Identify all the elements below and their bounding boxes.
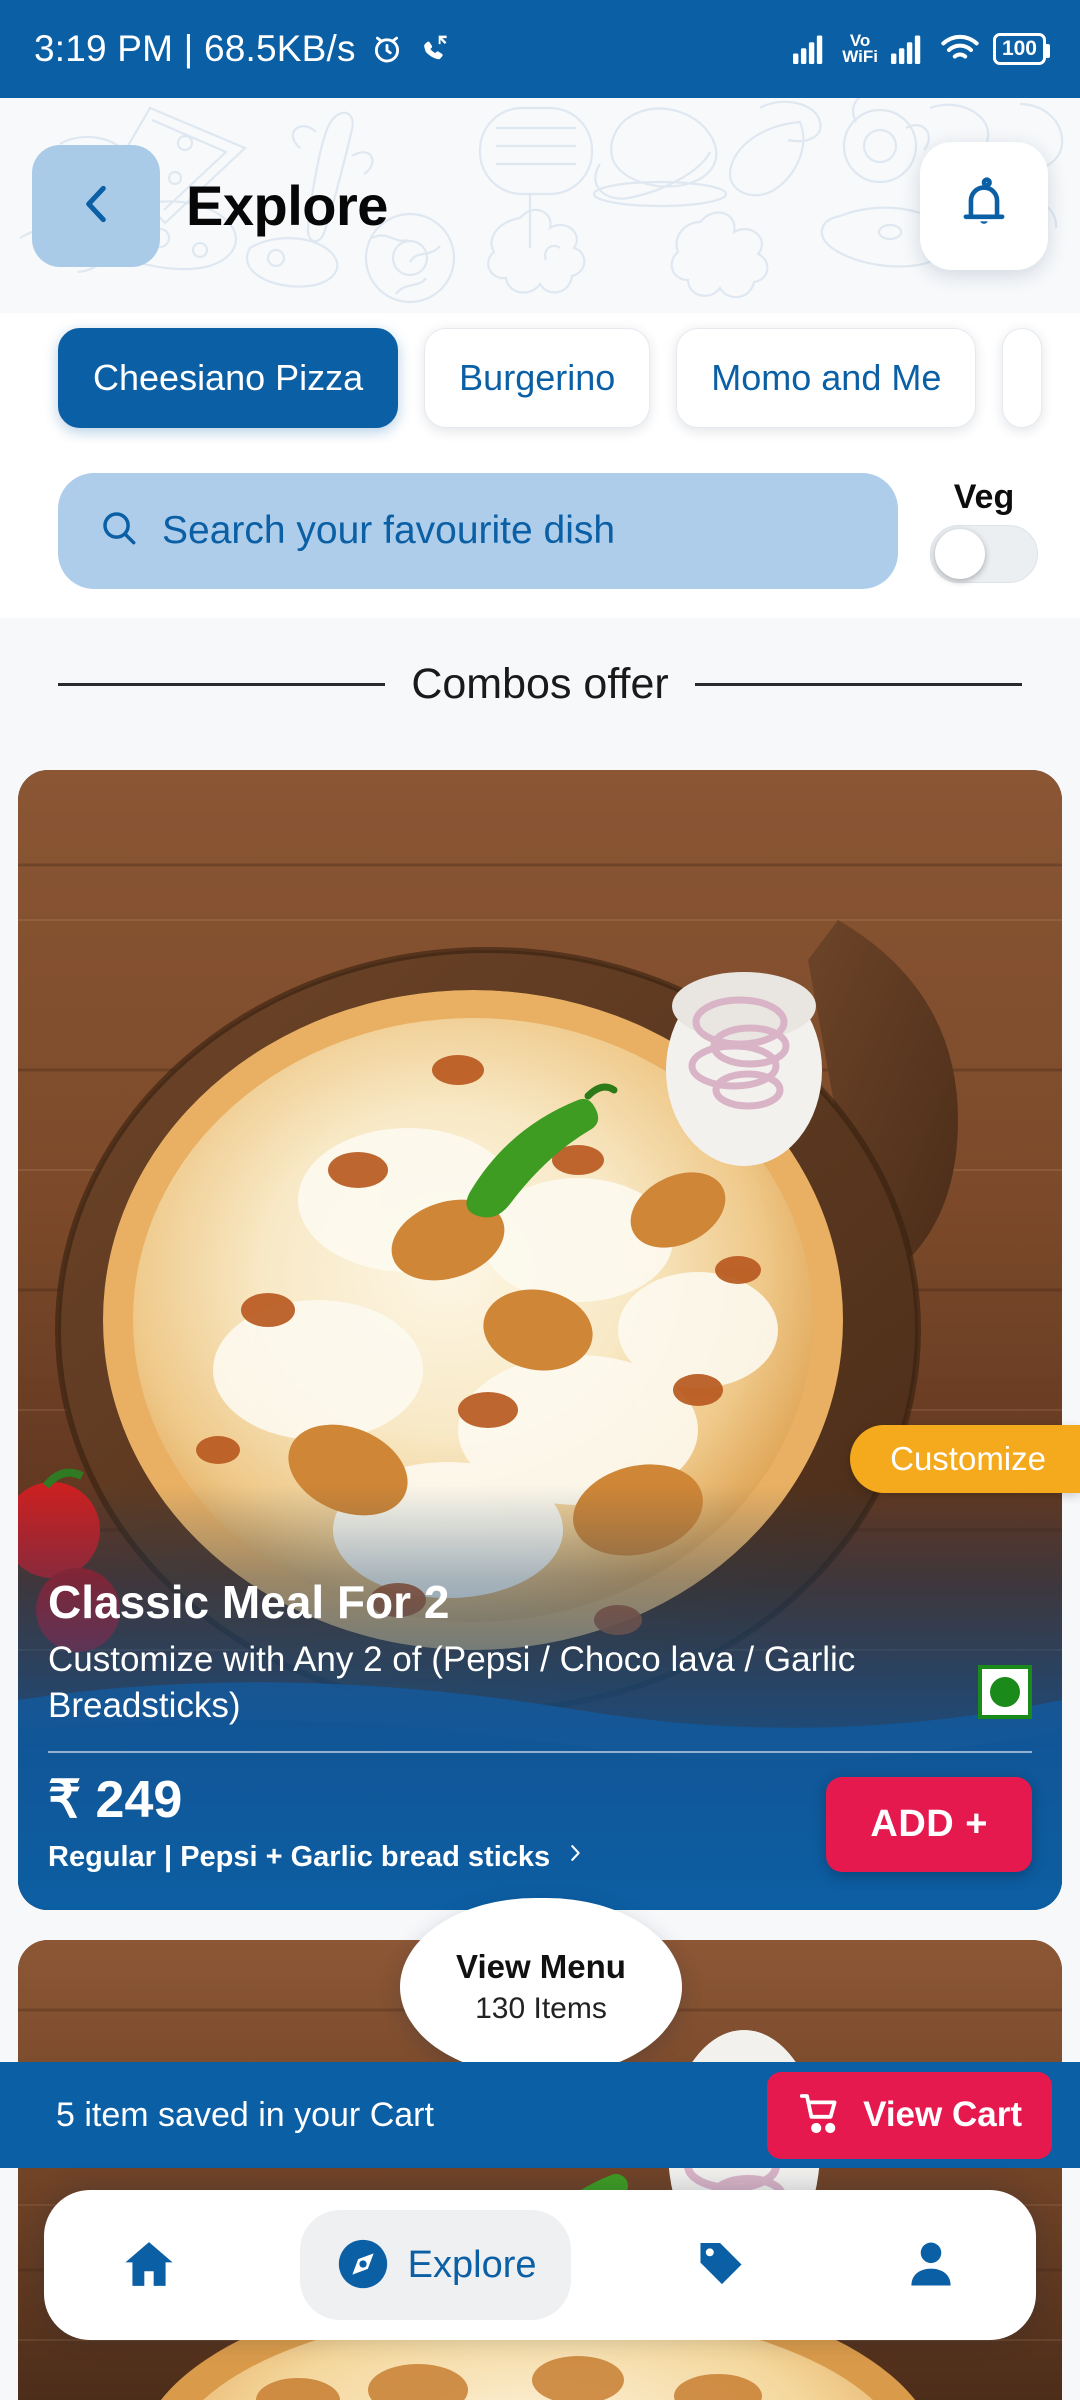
nav-item-explore-label: Explore xyxy=(407,2243,537,2286)
vowifi-indicator: Vo WiFi xyxy=(842,31,878,66)
shopping-cart-icon xyxy=(797,2090,845,2141)
status-bar-time-and-speed: 3:19 PM | 68.5KB/s xyxy=(34,28,356,69)
search-input[interactable]: Search your favourite dish xyxy=(58,472,898,589)
missed-call-icon xyxy=(418,32,452,66)
chevron-left-icon xyxy=(71,179,121,232)
nav-item-home[interactable] xyxy=(90,2210,208,2320)
veg-filter: Veg xyxy=(920,478,1048,583)
nav-item-profile[interactable] xyxy=(872,2210,990,2320)
bottom-navigation-bar: Explore xyxy=(44,2190,1036,2340)
back-button[interactable] xyxy=(32,144,160,267)
wifi-icon xyxy=(940,34,980,64)
product-divider xyxy=(48,1751,1032,1754)
category-chip-burgerino[interactable]: Burgerino xyxy=(424,328,651,428)
home-icon xyxy=(121,2236,177,2295)
cellular-signal-icon-2 xyxy=(890,34,927,64)
veg-mark-dot xyxy=(990,1677,1020,1708)
veg-toggle-knob xyxy=(935,529,985,579)
app-header: Explore xyxy=(0,98,1080,313)
section-divider-left xyxy=(58,682,386,686)
category-chip-next-partial[interactable] xyxy=(1002,328,1043,428)
veg-mark-icon xyxy=(978,1665,1032,1720)
section-title: Combos offer xyxy=(411,659,669,708)
notifications-button[interactable] xyxy=(920,141,1048,270)
cart-bar: 5 item saved in your Cart View Cart xyxy=(0,2062,1080,2168)
product-price-row: ₹ 249 Regular | Pepsi + Garlic bread sti… xyxy=(48,1773,1032,1910)
view-menu-title: View Menu xyxy=(456,1948,626,1985)
header-row: Explore xyxy=(0,98,1080,313)
nav-item-explore[interactable]: Explore xyxy=(299,2210,571,2320)
person-icon xyxy=(903,2236,959,2295)
product-variant-selector[interactable]: Regular | Pepsi + Garlic bread sticks xyxy=(48,1838,826,1876)
section-divider-right xyxy=(694,682,1023,686)
compass-icon xyxy=(334,2235,392,2296)
search-row: Search your favourite dish Veg xyxy=(0,443,1080,618)
add-to-cart-button[interactable]: ADD + xyxy=(826,1777,1032,1873)
cart-summary-text: 5 item saved in your Cart xyxy=(56,2095,434,2134)
product-title: Classic Meal For 2 xyxy=(48,1576,450,1629)
page-title: Explore xyxy=(186,174,388,237)
product-price: ₹ 249 xyxy=(48,1771,183,1830)
view-menu-item-count: 130 Items xyxy=(475,1992,607,2025)
nav-item-offers[interactable] xyxy=(662,2210,780,2320)
product-card[interactable]: Classic Meal For 2 Customize with Any 2 … xyxy=(18,770,1062,1910)
product-variant-label: Regular | Pepsi + Garlic bread sticks xyxy=(48,1840,551,1873)
view-menu-button[interactable]: View Menu 130 Items xyxy=(400,1898,682,2076)
product-description-row: Customize with Any 2 of (Pepsi / Choco l… xyxy=(48,1637,1032,1729)
battery-indicator: 100 xyxy=(992,32,1051,66)
category-chip-cheesiano-pizza[interactable]: Cheesiano Pizza xyxy=(58,328,399,428)
view-cart-label: View Cart xyxy=(863,2095,1022,2134)
search-placeholder: Search your favourite dish xyxy=(162,508,616,552)
status-bar-left: 3:19 PM | 68.5KB/s xyxy=(34,28,452,70)
search-icon xyxy=(98,507,140,554)
app-screen: 3:19 PM | 68.5KB/s Vo WiFi 100 Explore C… xyxy=(0,0,1080,2400)
veg-filter-toggle[interactable] xyxy=(930,525,1038,583)
view-cart-button[interactable]: View Cart xyxy=(767,2071,1052,2159)
alarm-clock-icon xyxy=(370,32,404,66)
status-bar-right: Vo WiFi 100 xyxy=(793,31,1051,66)
cellular-signal-icon xyxy=(793,34,829,64)
product-description: Customize with Any 2 of (Pepsi / Choco l… xyxy=(48,1640,856,1726)
section-header-combos-offer: Combos offer xyxy=(0,618,1080,750)
status-bar: 3:19 PM | 68.5KB/s Vo WiFi 100 xyxy=(0,0,1080,98)
chevron-right-icon xyxy=(564,1838,586,1876)
bell-icon xyxy=(955,175,1013,236)
customize-button[interactable]: Customize xyxy=(850,1425,1080,1493)
price-column: ₹ 249 Regular | Pepsi + Garlic bread sti… xyxy=(48,1773,826,1876)
offer-tag-icon xyxy=(693,2236,749,2295)
product-info-overlay: Classic Meal For 2 Customize with Any 2 … xyxy=(18,1485,1062,1910)
category-chip-momo-and-me[interactable]: Momo and Me xyxy=(676,328,977,428)
category-chip-bar[interactable]: Cheesiano Pizza Burgerino Momo and Me xyxy=(0,313,1080,443)
veg-filter-label: Veg xyxy=(953,478,1015,516)
